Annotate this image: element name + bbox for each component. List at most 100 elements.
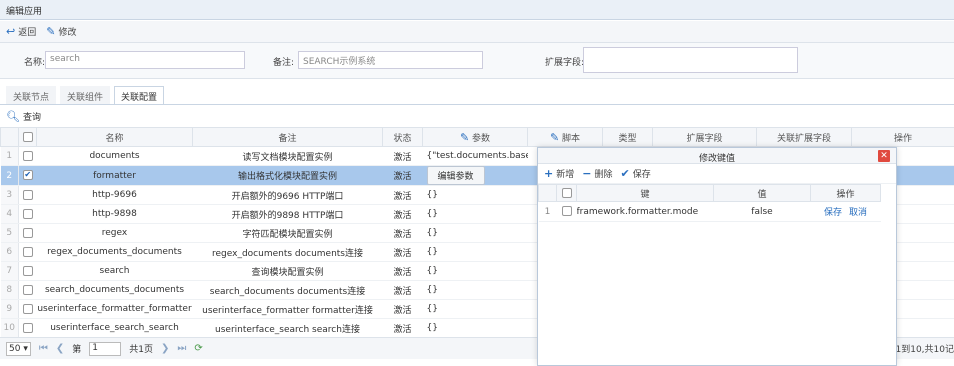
- prev-page-icon[interactable]: ❮: [56, 343, 64, 354]
- row-checkbox[interactable]: [18, 299, 37, 319]
- note-cell[interactable]: regex_documents documents连接: [192, 242, 383, 262]
- header-params[interactable]: ✎ 参数: [422, 127, 528, 147]
- kv-header-checkbox[interactable]: [556, 184, 577, 202]
- name-cell[interactable]: userinterface_search_search: [36, 318, 193, 338]
- name-cell[interactable]: search: [36, 261, 193, 281]
- params-cell[interactable]: {}: [422, 299, 528, 319]
- next-page-icon[interactable]: ❯: [161, 343, 169, 354]
- status-cell[interactable]: 激活: [382, 165, 423, 186]
- row-checkbox[interactable]: [18, 261, 37, 281]
- ext-textarea[interactable]: [583, 47, 798, 73]
- header-note[interactable]: 备注: [192, 127, 383, 147]
- params-cell[interactable]: {"test.documents.base":"sc: [422, 146, 528, 166]
- kv-cancel-link[interactable]: 取消: [849, 208, 867, 218]
- header-script[interactable]: ✎ 脚本: [527, 127, 603, 147]
- name-cell[interactable]: http-9696: [36, 185, 193, 205]
- last-page-icon[interactable]: ⏭: [177, 343, 186, 354]
- kv-header-value[interactable]: 值: [713, 184, 811, 202]
- kv-save-link[interactable]: 保存: [824, 208, 842, 218]
- checkbox-icon[interactable]: [22, 322, 33, 333]
- checkbox-icon[interactable]: [22, 246, 33, 257]
- params-cell[interactable]: {}: [422, 280, 528, 300]
- kv-value-cell[interactable]: false: [713, 201, 811, 222]
- header-ops[interactable]: 操作: [851, 127, 954, 147]
- name-cell[interactable]: documents: [36, 146, 193, 166]
- page-input[interactable]: 1: [89, 341, 122, 356]
- row-checkbox[interactable]: [18, 185, 37, 205]
- checkbox-icon[interactable]: [561, 187, 572, 198]
- note-cell[interactable]: 开启额外的9898 HTTP端口: [192, 204, 383, 224]
- back-button[interactable]: ↩ 返回: [6, 25, 36, 38]
- header-type[interactable]: 类型: [602, 127, 653, 147]
- name-cell[interactable]: search_documents_documents: [36, 280, 193, 300]
- page-size-select[interactable]: 50 ▾: [6, 341, 31, 356]
- tab-related-components[interactable]: 关联组件: [60, 86, 111, 104]
- row-checkbox[interactable]: ✔: [18, 165, 37, 186]
- checkbox-icon[interactable]: [561, 206, 572, 217]
- params-cell[interactable]: {}: [422, 242, 528, 262]
- keyvalue-row[interactable]: 1 framework.formatter.mode false 保存 取消: [538, 201, 881, 222]
- checkbox-icon[interactable]: [22, 265, 33, 276]
- params-cell[interactable]: {}: [422, 318, 528, 338]
- row-checkbox[interactable]: [18, 146, 37, 166]
- row-checkbox[interactable]: [18, 223, 37, 243]
- tab-related-configs[interactable]: 关联配置: [114, 86, 165, 104]
- name-cell[interactable]: regex_documents_documents: [36, 242, 193, 262]
- edit-button[interactable]: ✎ 修改: [46, 25, 76, 38]
- header-checkbox[interactable]: [18, 127, 37, 147]
- kv-header-ops[interactable]: 操作: [810, 184, 881, 202]
- note-cell[interactable]: 查询模块配置实例: [192, 261, 383, 281]
- note-input[interactable]: SEARCH示例系统: [298, 51, 483, 69]
- close-icon[interactable]: ✕: [878, 150, 890, 162]
- checkbox-icon[interactable]: ✔: [22, 170, 33, 181]
- kv-header-key[interactable]: 键: [576, 184, 714, 202]
- name-cell[interactable]: http-9898: [36, 204, 193, 224]
- status-cell[interactable]: 激活: [382, 223, 423, 243]
- params-cell[interactable]: {}: [422, 223, 528, 243]
- kv-row-checkbox[interactable]: [556, 201, 577, 222]
- row-checkbox[interactable]: [18, 280, 37, 300]
- status-cell[interactable]: 激活: [382, 280, 423, 300]
- note-cell[interactable]: search_documents documents连接: [192, 280, 383, 300]
- params-cell[interactable]: {}: [422, 204, 528, 224]
- status-cell[interactable]: 激活: [382, 185, 423, 205]
- note-cell[interactable]: userinterface_search search连接: [192, 318, 383, 338]
- header-rel-ext[interactable]: 关联扩展字段: [756, 127, 852, 147]
- edit-params-button[interactable]: 编辑参数: [426, 166, 485, 185]
- status-cell[interactable]: 激活: [382, 204, 423, 224]
- status-cell[interactable]: 激活: [382, 261, 423, 281]
- note-cell[interactable]: 输出格式化模块配置实例: [192, 165, 383, 186]
- query-button[interactable]: 🔍︎ 查询: [0, 107, 954, 125]
- name-cell[interactable]: formatter: [36, 165, 193, 186]
- note-cell[interactable]: 字符匹配模块配置实例: [192, 223, 383, 243]
- delete-button[interactable]: − 删除: [582, 167, 612, 180]
- header-status[interactable]: 状态: [382, 127, 423, 147]
- kv-key-cell[interactable]: framework.formatter.mode: [576, 201, 714, 222]
- header-name[interactable]: 名称: [36, 127, 193, 147]
- status-cell[interactable]: 激活: [382, 318, 423, 338]
- add-button[interactable]: + 新增: [544, 167, 574, 180]
- name-cell[interactable]: regex: [36, 223, 193, 243]
- name-cell[interactable]: userinterface_formatter_formatter: [36, 299, 193, 319]
- checkbox-icon[interactable]: [22, 150, 33, 161]
- refresh-icon[interactable]: ⟳: [194, 343, 202, 354]
- checkbox-icon[interactable]: [22, 208, 33, 219]
- status-cell[interactable]: 激活: [382, 299, 423, 319]
- row-checkbox[interactable]: [18, 318, 37, 338]
- note-cell[interactable]: 读写文档模块配置实例: [192, 146, 383, 166]
- note-cell[interactable]: userinterface_formatter formatter连接: [192, 299, 383, 319]
- dialog-save-button[interactable]: ✔ 保存: [620, 167, 650, 180]
- row-checkbox[interactable]: [18, 204, 37, 224]
- checkbox-icon[interactable]: [22, 303, 33, 314]
- note-cell[interactable]: 开启额外的9696 HTTP端口: [192, 185, 383, 205]
- checkbox-icon[interactable]: [22, 189, 33, 200]
- first-page-icon[interactable]: ⏮: [39, 343, 48, 354]
- checkbox-icon[interactable]: [22, 131, 33, 142]
- params-cell[interactable]: 编辑参数: [422, 165, 528, 186]
- name-input[interactable]: search: [45, 51, 245, 69]
- status-cell[interactable]: 激活: [382, 242, 423, 262]
- params-cell[interactable]: {}: [422, 261, 528, 281]
- row-checkbox[interactable]: [18, 242, 37, 262]
- tab-related-nodes[interactable]: 关联节点: [6, 86, 57, 104]
- params-cell[interactable]: {}: [422, 185, 528, 205]
